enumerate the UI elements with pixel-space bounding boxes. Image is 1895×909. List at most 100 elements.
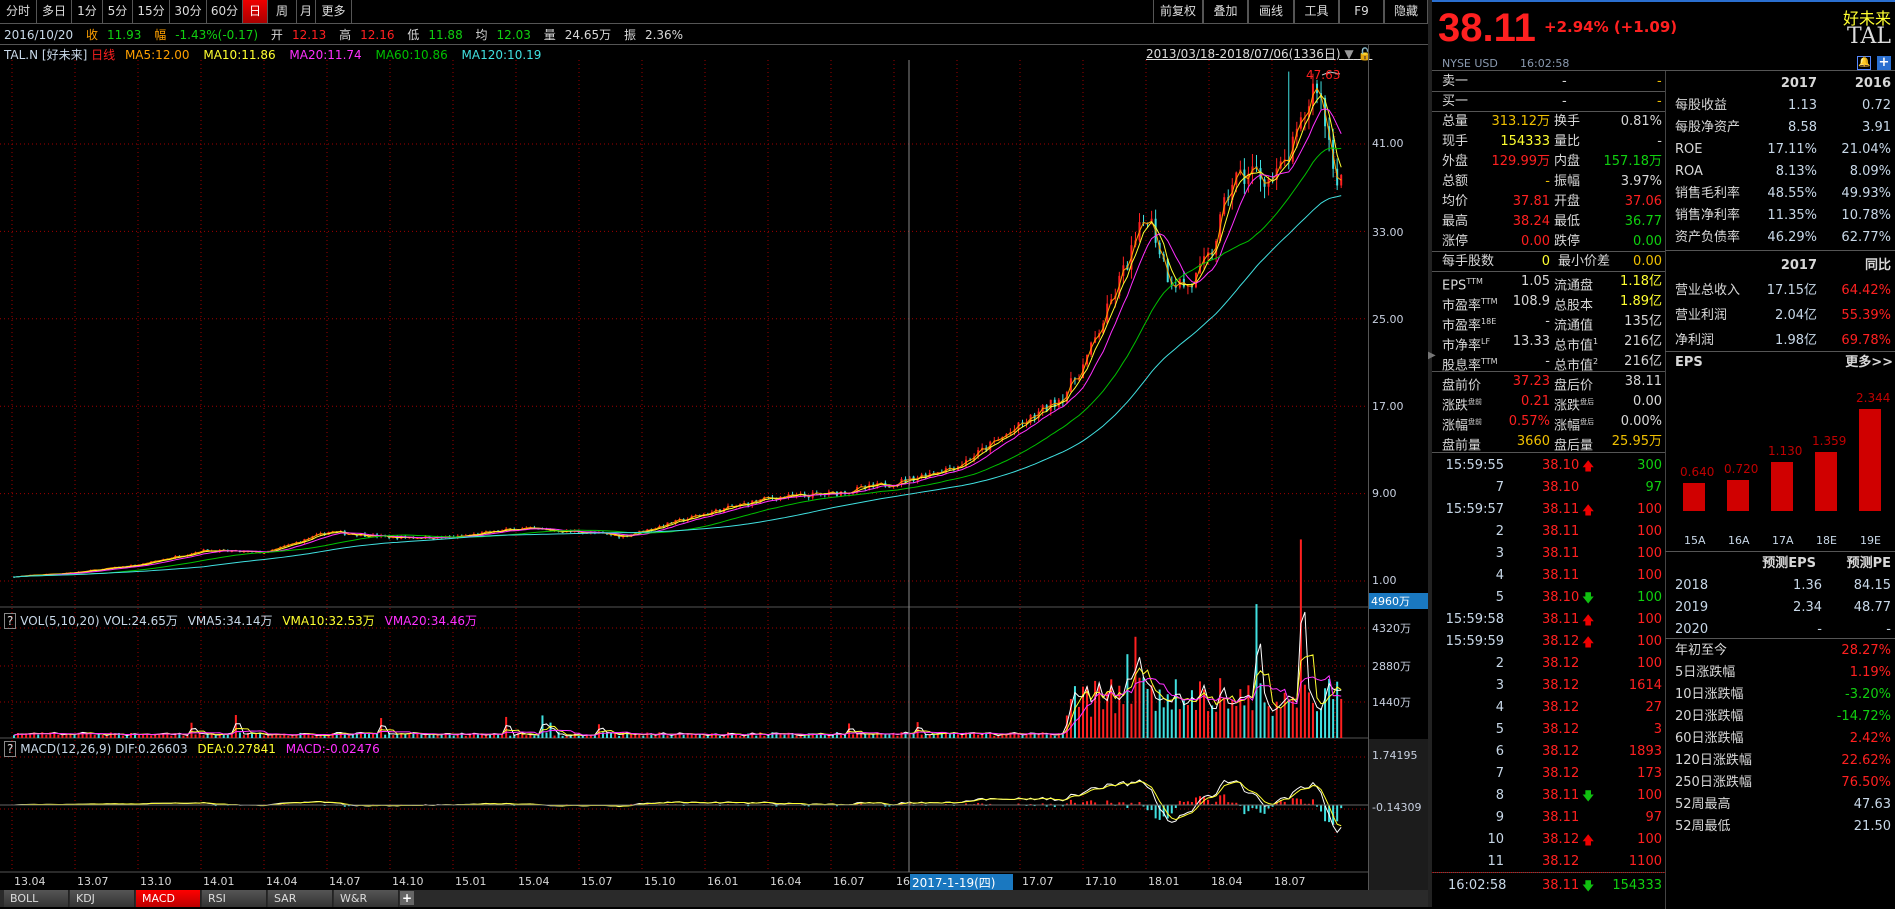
trade-time: 7 (1496, 478, 1504, 498)
trade-volume: 1100 (1629, 852, 1662, 872)
volume-tick: 4320万 (1372, 620, 1411, 636)
volume-bar (1231, 699, 1233, 738)
eps-bar-value: 2.344 (1856, 391, 1890, 405)
bell-icon[interactable]: 🔔 (1857, 56, 1871, 70)
income-value: 17.15亿 (1767, 281, 1817, 301)
more-link[interactable]: 更多>> (1845, 353, 1893, 373)
trade-volume: 3 (1654, 720, 1662, 740)
fin-value: 46.29% (1767, 228, 1817, 248)
trade-time: 3 (1496, 544, 1504, 564)
volume-bar (1163, 707, 1165, 738)
performance-label: 20日涨跌幅 (1675, 707, 1744, 727)
volume-bar (21, 735, 23, 738)
forecast-eps: - (1817, 620, 1822, 640)
indicator-tab-sar[interactable]: SAR (268, 890, 333, 907)
forecast-pe: 48.77 (1854, 598, 1891, 618)
indicator-tab-w&r[interactable]: W&R (334, 890, 399, 907)
volume-bar (872, 735, 874, 738)
trade-price: 38.11 (1542, 522, 1579, 542)
volume-bar (578, 736, 580, 738)
volume-bar (683, 735, 685, 738)
eps-bar-value: 0.640 (1680, 465, 1714, 479)
year-header: 2017 (1781, 74, 1817, 94)
volume-bar (880, 734, 882, 738)
volume-bar (287, 736, 289, 738)
valuation-value: 1.05 (1521, 272, 1550, 292)
trade-time: 10 (1487, 830, 1504, 850)
fin-label: ROE (1675, 140, 1702, 160)
income-value: 1.98亿 (1775, 331, 1817, 351)
volume-bar (37, 735, 39, 738)
market-label: NYSE USD (1442, 57, 1498, 70)
volume-bar (1239, 689, 1241, 738)
trade-price: 38.11 (1542, 566, 1579, 586)
trade-volume: 100 (1637, 522, 1662, 542)
stat-label: 量比 (1554, 132, 1580, 152)
stat-value: 3.97% (1621, 172, 1662, 192)
eps-bar-value: 1.130 (1768, 444, 1802, 458)
trade-time: 7 (1496, 764, 1504, 784)
trade-volume: 173 (1637, 764, 1662, 784)
volume-bar (400, 734, 402, 738)
fin-label: 资产负债率 (1675, 228, 1740, 248)
indicator-tab-boll[interactable]: BOLL (4, 890, 69, 907)
volume-bar (13, 735, 15, 738)
trade-price: 38.12 (1542, 764, 1579, 784)
volume-bar (977, 735, 979, 738)
volume-bar (263, 735, 265, 738)
vol-value: VOL:24.65万 (103, 614, 178, 628)
fin-value: 8.58 (1788, 118, 1817, 138)
volume-bar (642, 736, 644, 738)
indicator-tab-rsi[interactable]: RSI (202, 890, 267, 907)
fin-value: 10.78% (1841, 206, 1891, 226)
volume-bar (1199, 681, 1201, 738)
volume-bar (481, 735, 483, 738)
extended-value: 38.11 (1625, 372, 1662, 392)
price-tick: 17.00 (1372, 400, 1404, 413)
macd-bar (1151, 805, 1153, 810)
add-watchlist-icon[interactable]: + (1877, 56, 1891, 70)
volume-bar (691, 735, 693, 738)
performance-value: 47.63 (1854, 795, 1891, 815)
volume-bar (344, 734, 346, 738)
help-icon[interactable]: ? (4, 741, 16, 757)
trade-volume: 100 (1637, 654, 1662, 674)
toolbar-button-5[interactable]: 隐藏 (1384, 0, 1428, 23)
help-icon[interactable]: ? (4, 613, 16, 629)
quote-time: 16:02:58 (1520, 57, 1569, 70)
volume-bar (1151, 685, 1153, 738)
volume-bar (1227, 709, 1229, 738)
date-tick: 16.07 (833, 875, 865, 888)
volume-bar (921, 735, 923, 738)
forecast-year: 2020 (1675, 620, 1708, 640)
stat-label: 跌停 (1554, 232, 1580, 252)
add-indicator-icon[interactable]: + (400, 891, 414, 905)
indicator-tab-kdj[interactable]: KDJ (70, 890, 135, 907)
volume-bar (211, 734, 213, 738)
trade-time: 6 (1496, 742, 1504, 762)
volume-bar (215, 736, 217, 738)
macd-bar (1300, 799, 1302, 805)
trade-time: 2 (1496, 654, 1504, 674)
stat-label: 总量 (1442, 112, 1468, 132)
volume-bar (961, 735, 963, 738)
fin-value: 62.77% (1841, 228, 1891, 248)
volume-bar (1126, 654, 1128, 738)
high-price-marker: 47.63 (1306, 68, 1340, 82)
valuation-value: 1.18亿 (1620, 272, 1662, 292)
macd-bar (1243, 805, 1245, 814)
fin-value: 48.55% (1767, 184, 1817, 204)
performance-value: 22.62% (1841, 751, 1891, 771)
volume-tick: 1440万 (1372, 694, 1411, 710)
indicator-tab-macd[interactable]: MACD (136, 890, 201, 907)
eps-bar-label: 16A (1728, 534, 1750, 547)
trade-price: 38.12 (1542, 720, 1579, 740)
date-tick: 18.07 (1274, 875, 1306, 888)
volume-bar (1235, 706, 1237, 738)
divider (1432, 70, 1665, 71)
valuation-label: 总股本 (1554, 292, 1593, 312)
income-label: 营业总收入 (1675, 281, 1740, 301)
extended-value: 3660 (1517, 432, 1550, 452)
volume-bar (1195, 710, 1197, 738)
volume-bar (316, 736, 318, 738)
